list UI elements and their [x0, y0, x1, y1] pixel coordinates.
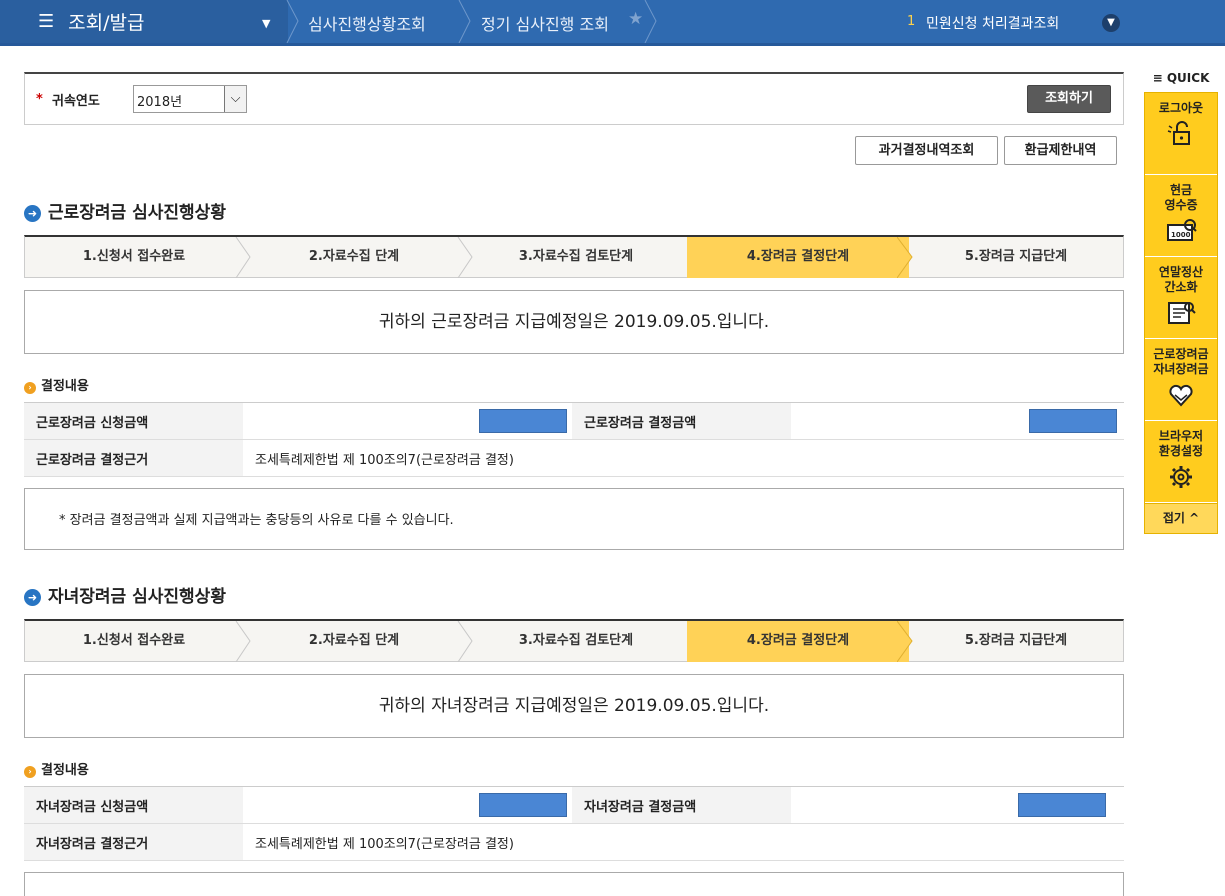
table-row: 자녀장려금 신청금액 자녀장려금 결정금액 — [24, 786, 1124, 824]
quick-year-end-settlement[interactable]: 연말정산 간소화 — [1145, 257, 1217, 339]
step-2: 2.자료수집 단계 — [308, 633, 400, 648]
applied-amount-label: 근로장려금 신청금액 — [24, 402, 243, 440]
bullet-icon: › — [24, 766, 36, 778]
quick-label: 연말정산 간소화 — [1158, 265, 1204, 294]
bullet-icon: › — [24, 382, 36, 394]
decision-heading-child: › 결정내용 — [24, 759, 89, 778]
decision-basis-value: 조세특례제한법 제 100조의7(근로장려금 결정) — [243, 823, 1124, 861]
progress-steps-earned: 1.신청서 접수완료 2.자료수집 단계 3.자료수집 검토단계 4.장려금 결… — [24, 235, 1124, 278]
applied-amount-cell — [243, 402, 572, 440]
search-panel: * 귀속연도 2018년 ⌵ 조회하기 — [24, 72, 1124, 125]
decided-amount-label: 자녀장려금 결정금액 — [572, 786, 791, 824]
breadcrumb-separator — [644, 0, 657, 43]
receipt-icon: 1000 — [1167, 219, 1197, 241]
footnote-earned: * 장려금 결정금액과 실제 지급액과는 충당등의 사유로 다를 수 있습니다. — [24, 488, 1124, 550]
section-title-child: ➜ 자녀장려금 심사진행상황 — [24, 582, 226, 607]
decision-heading-text: 결정내용 — [41, 379, 89, 394]
step-arrow-active — [897, 621, 913, 662]
decision-table-earned: 근로장려금 신청금액 근로장려금 결정금액 근로장려금 결정근거 조세특례제한법… — [24, 402, 1124, 477]
decided-amount-cell — [791, 786, 1124, 824]
section-title-text: 자녀장려금 심사진행상황 — [48, 587, 226, 607]
hamburger-icon[interactable]: ☰ — [38, 11, 54, 32]
masked-value — [479, 793, 567, 817]
step-arrow-active — [897, 237, 913, 278]
step-1: 1.신청서 접수완료 — [82, 249, 186, 264]
notice-count: 1 — [907, 14, 916, 29]
document-search-icon — [1168, 302, 1196, 324]
decision-basis-label: 근로장려금 결정근거 — [24, 439, 243, 477]
caret-down-icon[interactable]: ▼ — [262, 17, 270, 30]
masked-value — [479, 409, 567, 433]
decision-heading-text: 결정내용 — [41, 763, 89, 778]
year-label: 귀속연도 — [52, 94, 100, 109]
past-decisions-button[interactable]: 과거결정내역조회 — [855, 136, 998, 165]
quick-fold-button[interactable]: 접기 ^ — [1145, 503, 1217, 533]
breadcrumb-separator — [458, 0, 471, 43]
gear-icon — [1170, 466, 1192, 488]
svg-text:1000: 1000 — [1171, 231, 1191, 239]
section-title-earned: ➜ 근로장려금 심사진행상황 — [24, 198, 226, 223]
quick-cash-receipt[interactable]: 현금 영수증 1000 — [1145, 175, 1217, 257]
breadcrumb-item-regular-review[interactable]: 정기 심사진행 조회 — [481, 11, 609, 35]
menu-dropdown[interactable]: ☰ 조회/발급 ▼ — [0, 0, 288, 43]
chevron-down-icon[interactable]: ⌵ — [224, 86, 246, 112]
step-4-active: 4.장려금 결정단계 — [687, 237, 909, 278]
decided-amount-cell — [791, 402, 1124, 440]
decided-amount-label: 근로장려금 결정금액 — [572, 402, 791, 440]
section-title-text: 근로장려금 심사진행상황 — [48, 203, 226, 223]
step-3: 3.자료수집 검토단계 — [518, 249, 634, 264]
masked-value — [1018, 793, 1106, 817]
masked-value — [1029, 409, 1117, 433]
arrow-circle-icon: ➜ — [24, 589, 41, 606]
step-2: 2.자료수집 단계 — [308, 249, 400, 264]
table-row: 자녀장려금 결정근거 조세특례제한법 제 100조의7(근로장려금 결정) — [24, 823, 1124, 861]
arrow-circle-icon: ➜ — [24, 205, 41, 222]
breadcrumb-item-review-status[interactable]: 심사진행상황조회 — [308, 11, 426, 35]
table-row: 근로장려금 신청금액 근로장려금 결정금액 — [24, 402, 1124, 440]
table-row: 근로장려금 결정근거 조세특례제한법 제 100조의7(근로장려금 결정) — [24, 439, 1124, 477]
quick-panel: 로그아웃 현금 영수증 1000 연말정산 간소화 근로장려금 자녀장려금 브라… — [1144, 92, 1218, 534]
payment-date-notice-child: 귀하의 자녀장려금 지급예정일은 2019.09.05.입니다. — [24, 674, 1124, 738]
decision-basis-label: 자녀장려금 결정근거 — [24, 823, 243, 861]
unlock-icon — [1167, 121, 1190, 145]
quick-logout[interactable]: 로그아웃 — [1145, 93, 1217, 175]
year-select-value: 2018년 — [137, 95, 183, 110]
chevron-down-icon[interactable]: ▼ — [1102, 14, 1120, 32]
quick-label: 로그아웃 — [1158, 101, 1204, 115]
quick-browser-settings[interactable]: 브라우저 환경설정 — [1145, 421, 1217, 503]
step-3: 3.자료수집 검토단계 — [518, 633, 634, 648]
heart-hands-icon — [1169, 384, 1193, 407]
step-separator — [457, 621, 473, 662]
breadcrumb-separator — [286, 0, 299, 43]
quick-menu: ≡ QUICK 로그아웃 현금 영수증 1000 연말정산 간소화 근로장려금 … — [1144, 68, 1218, 534]
top-nav-bar: ☰ 조회/발급 ▼ 심사진행상황조회 정기 심사진행 조회 ★ 1 민원신청 처… — [0, 0, 1225, 46]
step-1: 1.신청서 접수완료 — [82, 633, 186, 648]
step-5: 5.장려금 지급단계 — [964, 249, 1068, 264]
step-separator — [235, 237, 251, 278]
step-separator — [457, 237, 473, 278]
payment-date-notice-earned: 귀하의 근로장려금 지급예정일은 2019.09.05.입니다. — [24, 290, 1124, 354]
step-separator — [235, 621, 251, 662]
favorite-star-icon[interactable]: ★ — [628, 9, 643, 29]
decision-table-child: 자녀장려금 신청금액 자녀장려금 결정금액 자녀장려금 결정근거 조세특례제한법… — [24, 786, 1124, 861]
decision-heading-earned: › 결정내용 — [24, 375, 89, 394]
required-mark: * — [36, 92, 43, 107]
refund-limit-button[interactable]: 환급제한내역 — [1004, 136, 1117, 165]
search-button[interactable]: 조회하기 — [1027, 85, 1111, 113]
applied-amount-cell — [243, 786, 572, 824]
quick-label: 현금 영수증 — [1164, 183, 1198, 212]
progress-steps-child: 1.신청서 접수완료 2.자료수집 단계 3.자료수집 검토단계 4.장려금 결… — [24, 619, 1124, 662]
decision-basis-value: 조세특례제한법 제 100조의7(근로장려금 결정) — [243, 439, 1124, 477]
quick-title: ≡ QUICK — [1152, 71, 1210, 85]
step-4-active: 4.장려금 결정단계 — [687, 621, 909, 662]
year-select[interactable]: 2018년 ⌵ — [133, 85, 247, 113]
step-5: 5.장려금 지급단계 — [964, 633, 1068, 648]
quick-label: 브라우저 환경설정 — [1158, 429, 1204, 458]
menu-title[interactable]: 조회/발급 — [68, 8, 144, 35]
footnote-child — [24, 872, 1124, 896]
quick-label: 근로장려금 자녀장려금 — [1153, 347, 1209, 376]
quick-incentive[interactable]: 근로장려금 자녀장려금 — [1145, 339, 1217, 421]
applied-amount-label: 자녀장려금 신청금액 — [24, 786, 243, 824]
notice-link[interactable]: 민원신청 처리결과조회 — [926, 13, 1059, 33]
